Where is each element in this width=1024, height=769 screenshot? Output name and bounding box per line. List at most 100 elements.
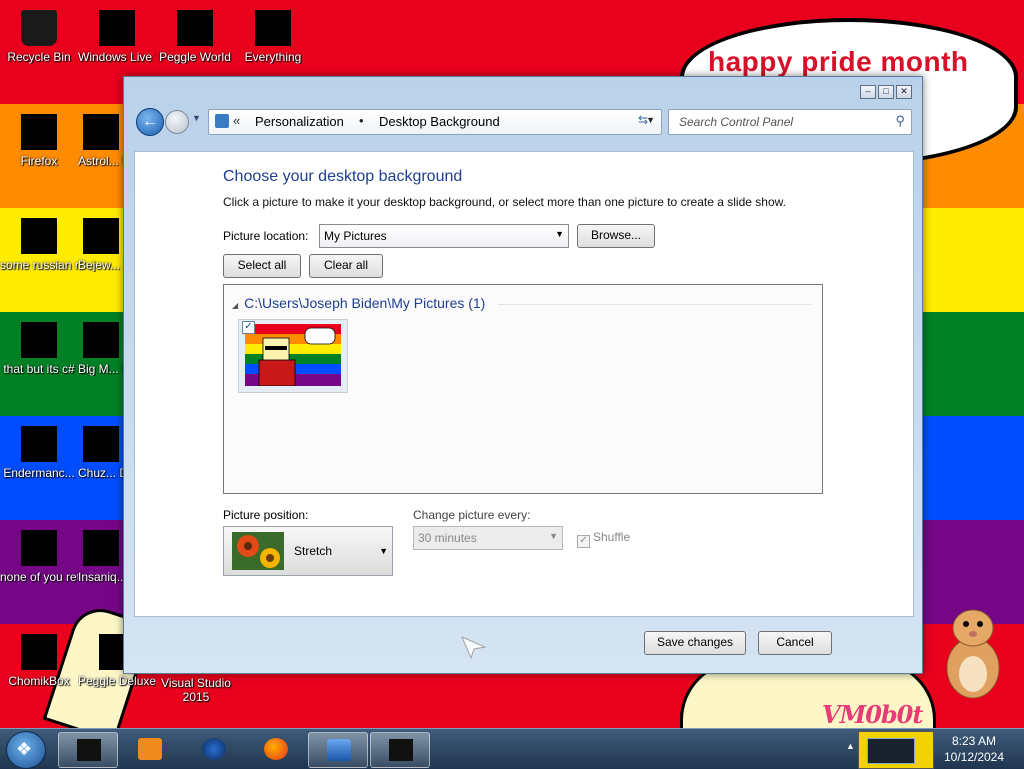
change-picture-dropdown[interactable]: 30 minutes ▼	[413, 526, 563, 550]
desktop-icon-endermanch[interactable]: Endermanc...	[0, 420, 78, 480]
desktop-icon-peggle-world[interactable]: Peggle World	[156, 4, 234, 64]
page-description: Click a picture to make it your desktop …	[223, 195, 786, 209]
breadcrumb-overflow-chevron[interactable]: «	[233, 113, 240, 128]
wallpaper-thumbnail-image	[245, 324, 341, 386]
desktop-icon-label: Peggle Deluxe	[78, 674, 156, 688]
desktop-icon-firefox[interactable]: Firefox	[0, 108, 78, 168]
redacted-icon	[77, 739, 101, 761]
recent-pages-dropdown[interactable]: ▼	[192, 113, 201, 123]
desktop-icon-visual-studio[interactable]: Visual Studio 2015	[156, 676, 236, 704]
select-all-button[interactable]: Select all	[223, 254, 301, 278]
refresh-icon[interactable]: ⇆	[638, 113, 648, 127]
address-bar[interactable]: « Personalization • Desktop Background ▼	[208, 109, 662, 135]
search-icon[interactable]: ⚲	[895, 113, 905, 129]
position-preview-icon	[232, 532, 284, 570]
taskbar-item-firefox[interactable]	[246, 732, 304, 766]
desktop-icon-insaniquarium-deluxe[interactable]: Insaniq... Delu...	[78, 524, 124, 584]
redacted-icon	[83, 322, 119, 358]
redacted-icon	[21, 218, 57, 254]
desktop-icon-none-of-you[interactable]: none of you retards kno...	[0, 524, 78, 584]
desktop-icon-big-money-deluxe[interactable]: Big M... Delu...	[78, 316, 124, 376]
forward-button[interactable]	[165, 110, 189, 134]
redacted-icon	[21, 426, 57, 462]
page-title: Choose your desktop background	[223, 168, 463, 185]
desktop-icon-that-but-csharp[interactable]: that but its c#	[0, 316, 78, 376]
picture-position-value: Stretch	[294, 544, 333, 558]
recycle-bin-icon	[21, 10, 57, 46]
picture-list: ◢ C:\Users\Joseph Biden\My Pictures (1) ✓	[223, 284, 823, 494]
desktop-icon-label: Visual Studio 2015	[161, 676, 231, 704]
desktop-icon-astrol-deluxe[interactable]: Astrol... Delu...	[78, 108, 124, 168]
desktop-icon-label: Big M... Delu...	[78, 362, 124, 376]
desktop-icon-label: Insaniq... Delu...	[78, 570, 124, 584]
minimize-button[interactable]: –	[860, 85, 876, 99]
breadcrumb-personalization[interactable]: Personalization	[255, 114, 344, 129]
network-icon[interactable]	[867, 738, 915, 764]
desktop-icon-some-russian[interactable]: some russian ran a rat	[0, 212, 78, 272]
show-hidden-icons-button[interactable]: ▲	[846, 741, 855, 751]
desktop-icon-label: Chuz... Delu...	[78, 466, 124, 480]
redacted-icon	[255, 10, 291, 46]
start-button[interactable]: ❖	[6, 731, 46, 769]
desktop-icon-label: Peggle World	[159, 50, 231, 64]
collapse-triangle-icon: ◢	[232, 301, 239, 310]
picture-position-label: Picture position:	[223, 508, 309, 522]
redacted-icon	[21, 322, 57, 358]
checkbox-icon: ✓	[577, 535, 590, 548]
personalization-window: – □ ✕ ← ▼ « Personalization • Desktop Ba…	[123, 76, 923, 674]
desktop-icon-bejeweled-deluxe[interactable]: Bejew... Delu...	[78, 212, 124, 272]
taskbar-item-explorer[interactable]	[58, 732, 118, 768]
desktop-icon-label: ChomikBox	[8, 674, 70, 688]
redacted-icon	[83, 426, 119, 462]
clock-date: 10/12/2024	[943, 750, 1005, 764]
clock[interactable]: 8:23 AM 10/12/2024	[938, 733, 1010, 765]
desktop-icon-windows-live-mail[interactable]: Windows Live Ma...	[78, 4, 156, 64]
chevron-down-icon: ▼	[549, 531, 558, 541]
media-player-icon	[138, 738, 162, 760]
save-changes-button[interactable]: Save changes	[644, 631, 746, 655]
desktop-icon-label: that but its c#	[3, 362, 75, 376]
cancel-button[interactable]: Cancel	[758, 631, 832, 655]
redacted-icon	[389, 739, 413, 761]
change-picture-label: Change picture every:	[413, 508, 531, 522]
notification-area	[858, 731, 934, 769]
picture-thumbnail[interactable]: ✓	[238, 319, 348, 393]
browse-button[interactable]: Browse...	[577, 224, 655, 248]
back-button[interactable]: ←	[136, 108, 164, 136]
desktop-icon-everything[interactable]: Everything	[234, 4, 312, 64]
firefox-icon	[264, 738, 288, 760]
desktop-icon-recycle-bin[interactable]: Recycle Bin	[0, 4, 78, 64]
desktop-icon-chuzzle-deluxe[interactable]: Chuz... Delu...	[78, 420, 124, 480]
breadcrumb-separator[interactable]: •	[359, 113, 364, 128]
redacted-icon	[177, 10, 213, 46]
search-box[interactable]: Search Control Panel ⚲	[668, 109, 912, 135]
taskbar-item-control-panel[interactable]	[308, 732, 368, 768]
picture-location-label: Picture location:	[223, 229, 309, 243]
redacted-icon	[83, 218, 119, 254]
desktop-icon-label: Astrol... Delu...	[78, 154, 124, 168]
folder-group-header[interactable]: ◢ C:\Users\Joseph Biden\My Pictures (1)	[232, 295, 485, 311]
redacted-icon	[83, 530, 119, 566]
navigation-bar: ← ▼ « Personalization • Desktop Backgrou…	[136, 105, 912, 141]
hamster-image	[946, 609, 1000, 699]
clear-all-button[interactable]: Clear all	[309, 254, 383, 278]
picture-position-dropdown[interactable]: Stretch ▼	[223, 526, 393, 576]
breadcrumb-desktop-background[interactable]: Desktop Background	[379, 114, 500, 129]
shuffle-checkbox[interactable]: ✓ Shuffle	[577, 530, 630, 548]
taskbar-item-window[interactable]	[370, 732, 430, 768]
windows-logo-icon: ❖	[16, 739, 33, 759]
redacted-icon	[21, 634, 57, 670]
chevron-down-icon: ▼	[379, 546, 388, 556]
redacted-icon	[83, 114, 119, 150]
taskbar-item-media-player[interactable]	[120, 732, 178, 766]
taskbar-item-globe[interactable]	[184, 732, 242, 766]
close-button[interactable]: ✕	[896, 85, 912, 99]
redacted-icon	[21, 114, 57, 150]
group-divider	[498, 304, 812, 305]
thumbnail-checkbox[interactable]: ✓	[242, 321, 255, 334]
window-controls: – □ ✕	[860, 85, 912, 99]
watermark-logo: VM0b0t	[822, 700, 923, 729]
maximize-button[interactable]: □	[878, 85, 894, 99]
picture-location-dropdown[interactable]: My Pictures ▼	[319, 224, 569, 248]
desktop-icon-chomikbox[interactable]: ChomikBox	[0, 628, 78, 688]
